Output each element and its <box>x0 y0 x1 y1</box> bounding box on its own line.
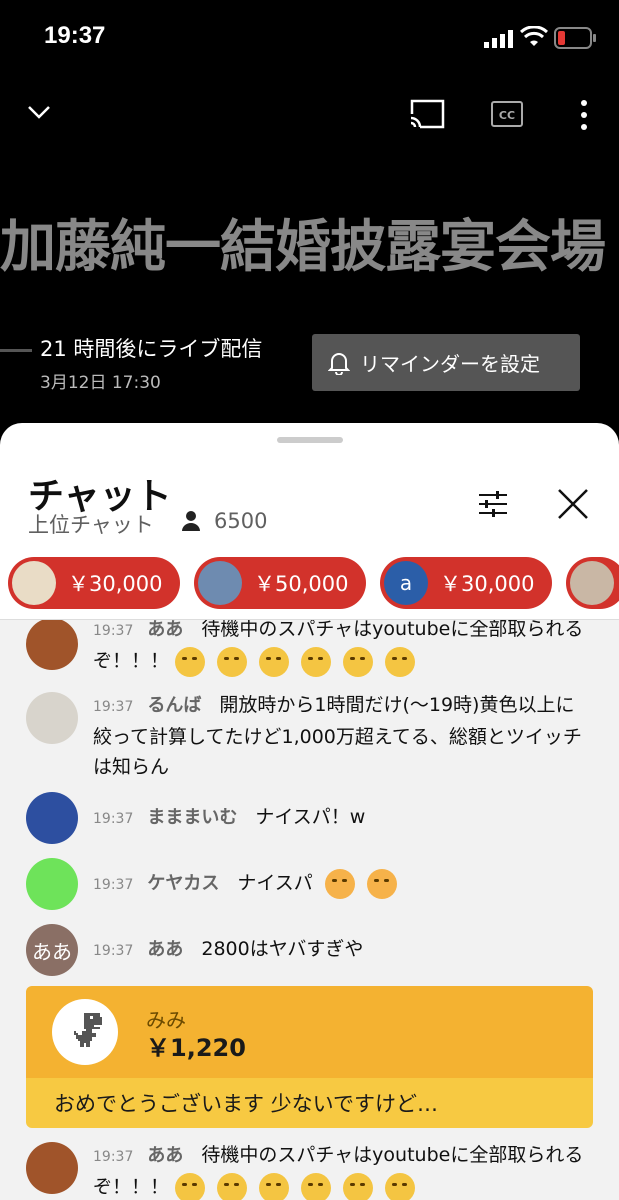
super-chat-body: おめでとうございます 少ないですけど… <box>26 1078 593 1128</box>
super-chat-ticker: ￥30,000 ￥50,000 a ￥30,000 <box>0 555 619 621</box>
ticker-item[interactable]: ￥50,000 <box>194 557 366 609</box>
battery-icon <box>554 27 596 49</box>
message-author: まままいむ <box>147 807 238 828</box>
ticker-avatar: a <box>384 561 428 605</box>
chat-message[interactable]: 19:37 るんば 開放時から1時間だけ(〜19時)黄色以上に絞って計算してたけど1… <box>0 690 619 790</box>
message-author: ああ <box>147 620 184 640</box>
message-text: ナイスパ <box>237 872 313 894</box>
message-body: 19:37 ああ 待機中のスパチャはyoutubeに全部取られるぞ！！！ <box>93 1140 593 1200</box>
viewer-count-value: 6500 <box>214 509 268 533</box>
message-text: 2800はヤバすぎや <box>201 938 364 960</box>
chat-message[interactable]: ああ 19:37 ああ 2800はヤバすぎや <box>0 922 619 982</box>
super-chat-card[interactable]: みみ ￥1,220 おめでとうございます 少ないですけど… <box>26 986 593 1128</box>
close-icon[interactable] <box>556 487 590 521</box>
message-author: ああ <box>147 1145 184 1166</box>
chat-message[interactable]: 19:37 まままいむ ナイスパ！w <box>0 790 619 850</box>
video-player[interactable]: CC 加藤純一結婚披露宴会場 21 時間後にライブ配信 3月12日 17:30 … <box>0 78 619 428</box>
message-body: 19:37 ケヤカス ナイスパ <box>93 868 593 900</box>
emoji-icon <box>385 1172 416 1200</box>
cast-icon[interactable] <box>408 98 446 130</box>
ticker-amount: ￥30,000 <box>440 572 535 596</box>
chat-message[interactable]: 19:37 ああ 待機中のスパチャはyoutubeに全部取られるぞ！！！ <box>0 620 619 678</box>
heart-emoji-icon <box>366 868 397 899</box>
progress-line <box>0 349 32 352</box>
emoji-row <box>175 646 427 677</box>
message-author: ああ <box>147 939 184 960</box>
ticker-item[interactable]: a ￥30,000 <box>380 557 552 609</box>
ticker-amount: ￥30,000 <box>68 572 163 596</box>
chevron-down-icon[interactable] <box>24 98 54 124</box>
filter-settings-icon[interactable] <box>476 487 510 521</box>
chat-panel: チャット 上位チャット 6500 ￥30,000 ￥50,000 a ￥30,0… <box>0 423 619 1200</box>
emoji-icon <box>259 1172 290 1200</box>
chat-message[interactable]: 19:37 ああ 待機中のスパチャはyoutubeに全部取られるぞ！！！ <box>0 1140 619 1200</box>
avatar <box>52 999 118 1065</box>
ticker-item[interactable]: ￥30,000 <box>8 557 180 609</box>
message-time: 19:37 <box>93 811 134 827</box>
bell-icon <box>328 352 350 375</box>
emoji-icon <box>259 646 290 677</box>
live-date: 3月12日 17:30 <box>40 373 161 393</box>
reminder-label: リマインダーを設定 <box>360 352 540 376</box>
avatar <box>26 692 78 744</box>
viewer-count: 6500 <box>182 509 267 533</box>
status-bar: 19:37 <box>0 0 619 78</box>
message-text: ナイスパ！w <box>255 806 366 828</box>
emoji-icon <box>175 1172 206 1200</box>
wifi-icon <box>520 26 548 46</box>
avatar <box>26 792 78 844</box>
emoji-icon <box>175 646 206 677</box>
ticker-avatar <box>198 561 242 605</box>
heart-emoji-icon <box>324 868 355 899</box>
ticker-amount: ￥50,000 <box>254 572 349 596</box>
cellular-signal-icon <box>484 30 513 48</box>
svg-text:CC: CC <box>499 109 515 122</box>
chat-message[interactable]: 19:37 ケヤカス ナイスパ <box>0 856 619 916</box>
message-time: 19:37 <box>93 623 134 639</box>
captions-icon[interactable]: CC <box>491 100 523 128</box>
message-body: 19:37 まままいむ ナイスパ！w <box>93 802 593 834</box>
video-title: 加藤純一結婚披露宴会場 <box>0 215 606 280</box>
emoji-icon <box>301 1172 332 1200</box>
emoji-icon <box>217 646 248 677</box>
chat-mode-selector[interactable]: 上位チャット <box>28 509 154 539</box>
person-icon <box>182 511 200 531</box>
super-chat-message: おめでとうございます 少ないですけど… <box>54 1092 439 1116</box>
super-chat-amount: ￥1,220 <box>146 1034 246 1062</box>
ticker-avatar <box>12 561 56 605</box>
emoji-row <box>175 1172 427 1200</box>
ticker-item[interactable] <box>566 557 619 609</box>
message-body: 19:37 ああ 2800はヤバすぎや <box>93 934 593 966</box>
message-time: 19:37 <box>93 877 134 893</box>
dino-icon <box>74 1013 102 1047</box>
emoji-icon <box>217 1172 248 1200</box>
super-chat-header: みみ ￥1,220 <box>26 986 593 1078</box>
drag-handle[interactable] <box>277 437 343 443</box>
more-options-icon[interactable] <box>574 98 594 132</box>
avatar <box>26 858 78 910</box>
message-author: ケヤカス <box>147 873 220 894</box>
message-body: 19:37 ああ 待機中のスパチャはyoutubeに全部取られるぞ！！！ <box>93 620 593 677</box>
live-schedule: 21 時間後にライブ配信 <box>40 337 263 361</box>
emoji-icon <box>301 646 332 677</box>
message-time: 19:37 <box>93 699 134 715</box>
avatar <box>26 1142 78 1194</box>
message-author: るんば <box>147 695 202 716</box>
emoji-icon <box>343 1172 374 1200</box>
avatar: ああ <box>26 924 78 976</box>
status-time: 19:37 <box>44 22 106 49</box>
message-time: 19:37 <box>93 943 134 959</box>
message-body: 19:37 るんば 開放時から1時間だけ(〜19時)黄色以上に絞って計算してたけど1… <box>93 690 593 782</box>
message-time: 19:37 <box>93 1149 134 1165</box>
chat-feed[interactable]: 19:37 ああ 待機中のスパチャはyoutubeに全部取られるぞ！！！ 19:37… <box>0 620 619 1200</box>
set-reminder-button[interactable]: リマインダーを設定 <box>312 334 580 391</box>
ticker-avatar <box>570 561 614 605</box>
avatar <box>26 620 78 670</box>
emoji-icon <box>343 646 374 677</box>
emoji-icon <box>385 646 416 677</box>
